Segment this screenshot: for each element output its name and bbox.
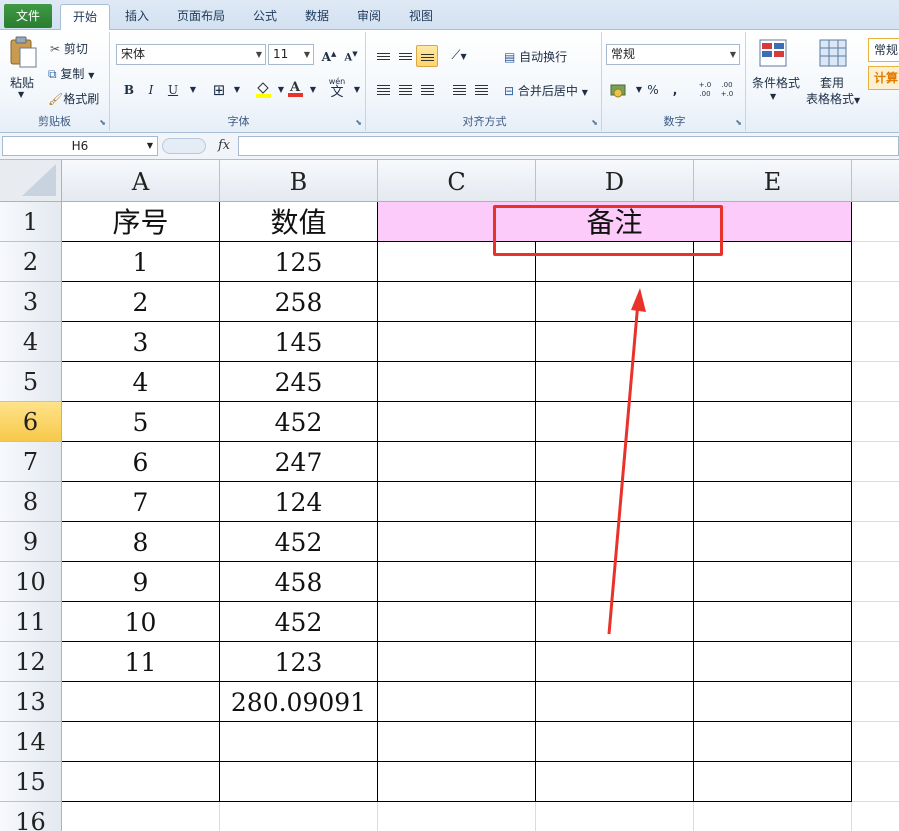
tab-file[interactable]: 文件 bbox=[4, 4, 52, 28]
formula-input[interactable] bbox=[238, 136, 899, 156]
tab-data[interactable]: 数据 bbox=[296, 4, 338, 30]
underline-dropdown-icon[interactable]: ▼ bbox=[182, 79, 204, 101]
font-group: 宋体 ▼ 11 ▼ A▲ A▼ B I U ▼ ⊞ ▼ ▼ A ▼ wén 文 ▼ 字… bbox=[112, 32, 366, 131]
orientation-icon[interactable]: ⟋▼ bbox=[448, 45, 470, 67]
conditional-format-icon[interactable] bbox=[758, 38, 788, 71]
align-center-icon[interactable] bbox=[394, 79, 416, 101]
copy-button[interactable]: ⧉ 复制 ▼ bbox=[48, 65, 94, 82]
format-painter-button[interactable]: 🖌格式刷 bbox=[48, 90, 99, 107]
number-group: 常规 ▼ ▼ % , +.0 .00 .00 +.0 数字 ⬊ bbox=[604, 32, 746, 131]
insert-function-icon[interactable]: fx bbox=[218, 138, 230, 153]
alignment-group: ⟋▼ ▤ 自动换行 ⊟ 合并后居中 ▼ 对齐方式 ⬊ bbox=[368, 32, 602, 131]
font-color-dropdown-icon[interactable]: ▼ bbox=[302, 79, 324, 101]
align-bottom-icon[interactable] bbox=[416, 45, 438, 67]
shrink-font-icon[interactable]: A▼ bbox=[340, 43, 362, 65]
tab-review[interactable]: 审阅 bbox=[348, 4, 390, 30]
underline-button[interactable]: U bbox=[162, 79, 184, 101]
accounting-format-icon[interactable] bbox=[608, 79, 630, 101]
formula-bar: H6 ▼ fx bbox=[0, 133, 899, 160]
font-name-select[interactable]: 宋体 ▼ bbox=[116, 44, 266, 65]
scissors-icon: ✂ bbox=[50, 42, 61, 56]
increase-indent-icon[interactable] bbox=[470, 79, 492, 101]
chevron-down-icon: ▼ bbox=[146, 141, 153, 150]
comma-style-button[interactable]: , bbox=[664, 79, 686, 101]
paste-button[interactable]: 粘贴 bbox=[10, 74, 34, 91]
align-left-icon[interactable] bbox=[372, 79, 394, 101]
tab-formulas[interactable]: 公式 bbox=[244, 4, 286, 30]
wrap-text-label: 自动换行 bbox=[519, 50, 568, 64]
grow-font-icon[interactable]: A▲ bbox=[318, 43, 340, 65]
align-top-icon[interactable] bbox=[372, 45, 394, 67]
italic-button[interactable]: I bbox=[140, 79, 162, 101]
chevron-down-icon: ▼ bbox=[303, 50, 310, 59]
svg-text:A: A bbox=[289, 80, 301, 95]
name-box[interactable]: H6 ▼ bbox=[2, 136, 158, 156]
formula-bar-splitter[interactable] bbox=[162, 138, 206, 154]
tab-insert[interactable]: 插入 bbox=[114, 4, 160, 30]
number-format-select[interactable]: 常规 ▼ bbox=[606, 44, 740, 65]
tab-page-layout[interactable]: 页面布局 bbox=[168, 4, 234, 30]
font-group-label: 字体 bbox=[227, 115, 250, 128]
decrease-indent-icon[interactable] bbox=[448, 79, 470, 101]
font-name-value: 宋体 bbox=[121, 47, 146, 61]
align-right-icon[interactable] bbox=[416, 79, 438, 101]
borders-dropdown-icon[interactable]: ▼ bbox=[226, 79, 248, 101]
brush-icon: 🖌 bbox=[48, 92, 64, 106]
number-group-label: 数字 bbox=[663, 115, 686, 128]
number-format-value: 常规 bbox=[611, 47, 636, 61]
annotation-arrow-icon bbox=[607, 288, 646, 635]
font-launcher-icon[interactable]: ⬊ bbox=[355, 118, 362, 127]
increase-decimal-button[interactable]: +.0 .00 bbox=[694, 79, 716, 101]
merge-center-icon: ⊟ bbox=[504, 84, 515, 98]
font-size-select[interactable]: 11 ▼ bbox=[268, 44, 314, 65]
format-as-table-icon[interactable] bbox=[818, 38, 848, 71]
copy-label: 复制 bbox=[60, 67, 85, 81]
format-as-table-label-2: 表格格式 bbox=[806, 92, 855, 106]
format-as-table-button[interactable]: 表格格式▼ bbox=[806, 90, 860, 107]
alignment-group-label: 对齐方式 bbox=[462, 115, 507, 128]
style-calculation[interactable]: 计算 bbox=[868, 66, 899, 90]
styles-group: 条件格式 ▼ 套用 表格格式▼ 常规 计算 bbox=[748, 32, 899, 131]
wrap-text-button[interactable]: ▤ 自动换行 bbox=[504, 48, 567, 65]
conditional-format-button[interactable]: 条件格式 bbox=[752, 74, 800, 91]
merge-center-label: 合并后居中 bbox=[517, 84, 578, 98]
wrap-text-icon: ▤ bbox=[504, 50, 516, 64]
tab-view[interactable]: 视图 bbox=[400, 4, 442, 30]
cut-button[interactable]: ✂ 剪切 bbox=[50, 40, 88, 57]
decrease-decimal-button[interactable]: .00 +.0 bbox=[716, 79, 738, 101]
phonetic-guide-icon[interactable]: wén 文 bbox=[326, 76, 348, 99]
merge-center-button[interactable]: ⊟ 合并后居中 ▼ bbox=[504, 82, 588, 99]
paste-icon[interactable] bbox=[8, 36, 38, 68]
paste-dropdown-icon[interactable]: ▼ bbox=[18, 90, 24, 99]
format-as-table-label-1[interactable]: 套用 bbox=[820, 74, 844, 91]
cut-label: 剪切 bbox=[63, 42, 88, 56]
ribbon-tab-bar: 文件 开始 插入 页面布局 公式 数据 审阅 视图 bbox=[0, 0, 899, 31]
style-normal[interactable]: 常规 bbox=[868, 38, 899, 62]
copy-icon: ⧉ bbox=[48, 67, 57, 81]
phonetic-dropdown-icon[interactable]: ▼ bbox=[346, 79, 368, 101]
percent-style-button[interactable]: % bbox=[642, 79, 664, 101]
clipboard-group: 粘贴 ▼ ✂ 剪切 ⧉ 复制 ▼ 🖌格式刷 剪贴板 ⬊ bbox=[0, 32, 110, 131]
clipboard-group-label: 剪贴板 bbox=[38, 115, 71, 128]
tab-home[interactable]: 开始 bbox=[60, 4, 110, 31]
conditional-dropdown-icon[interactable]: ▼ bbox=[770, 92, 776, 101]
align-middle-icon[interactable] bbox=[394, 45, 416, 67]
bold-button[interactable]: B bbox=[118, 79, 140, 101]
alignment-launcher-icon[interactable]: ⬊ bbox=[591, 118, 598, 127]
worksheet[interactable]: A B C D E 1 2 3 4 5 6 7 8 9 10 11 12 13 14 15 16 序号 数值 1 1… bbox=[0, 160, 899, 831]
chevron-down-icon: ▼ bbox=[729, 50, 736, 59]
format-painter-label: 格式刷 bbox=[63, 92, 100, 106]
clipboard-launcher-icon[interactable]: ⬊ bbox=[99, 118, 106, 127]
ribbon: 粘贴 ▼ ✂ 剪切 ⧉ 复制 ▼ 🖌格式刷 剪贴板 ⬊ 宋体 ▼ 11 ▼ A▲ A… bbox=[0, 30, 899, 133]
chevron-down-icon: ▼ bbox=[255, 50, 262, 59]
font-size-value: 11 bbox=[273, 47, 289, 61]
number-launcher-icon[interactable]: ⬊ bbox=[735, 118, 742, 127]
name-box-value: H6 bbox=[71, 139, 89, 153]
